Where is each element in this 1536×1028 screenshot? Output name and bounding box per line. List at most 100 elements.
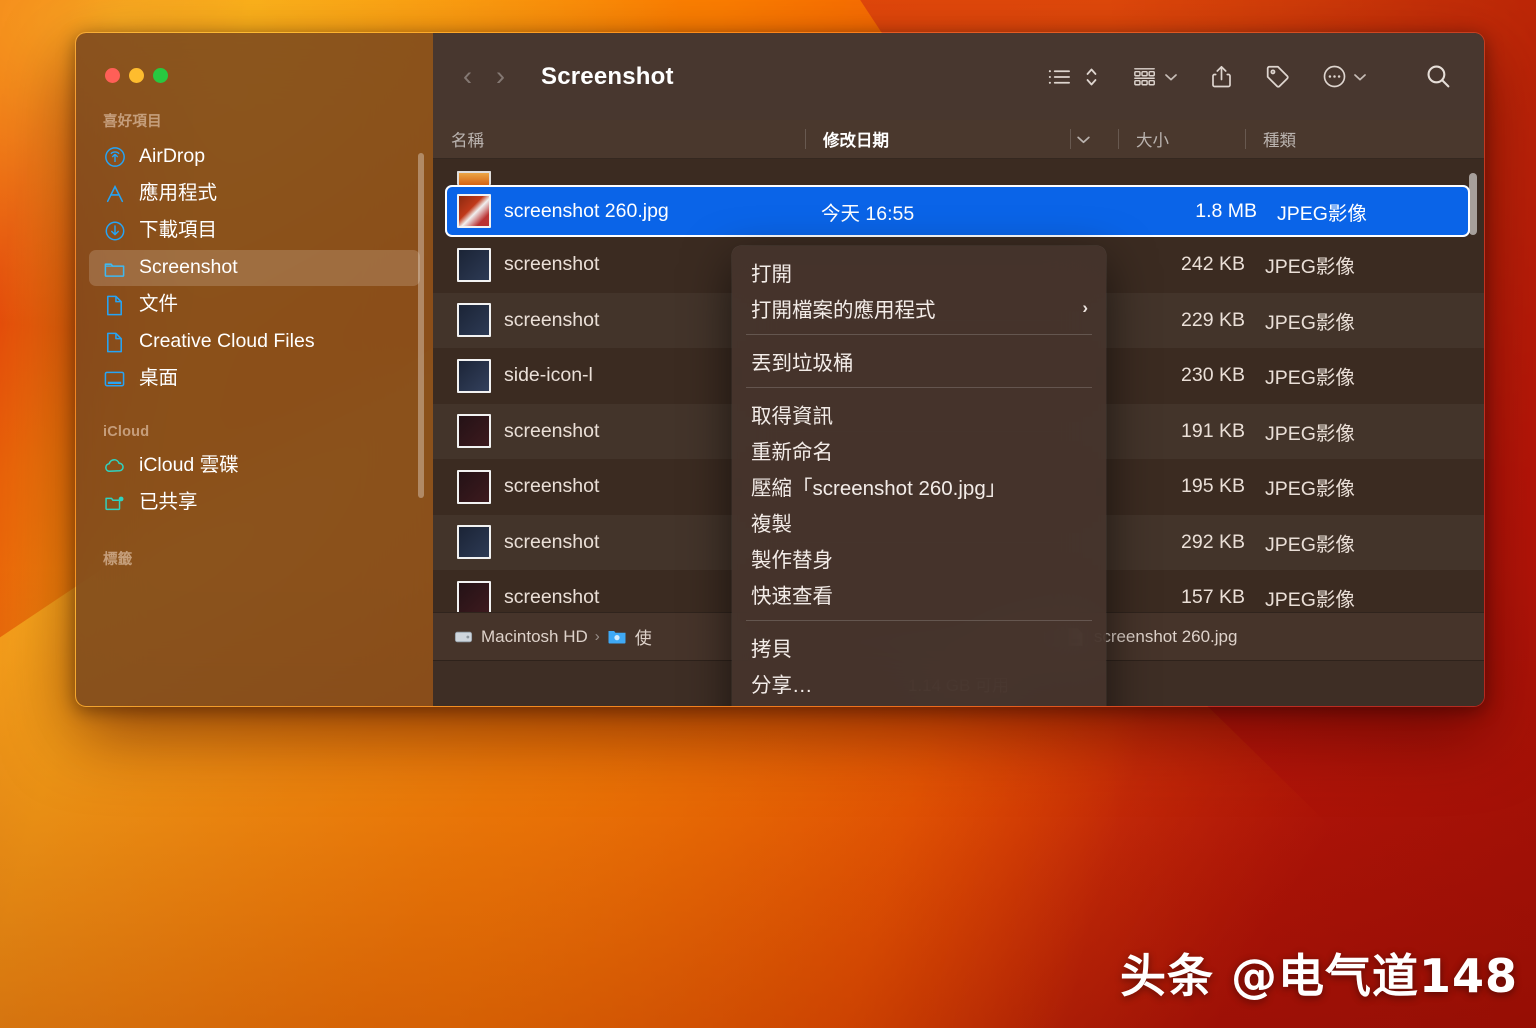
menu-separator bbox=[746, 334, 1092, 335]
sidebar-item-creative-cloud-files[interactable]: Creative Cloud Files bbox=[89, 324, 420, 360]
breadcrumb-label: screenshot 260.jpg bbox=[1093, 626, 1238, 646]
toolbar-actions bbox=[1031, 57, 1456, 97]
file-thumbnail bbox=[457, 194, 491, 228]
share-icon bbox=[1210, 64, 1233, 89]
file-date: 今天 16:55 bbox=[821, 202, 915, 225]
column-headers: 名稱 修改日期 大小 種類 bbox=[433, 120, 1484, 159]
chevron-down-icon bbox=[1353, 72, 1367, 82]
search-icon bbox=[1425, 63, 1452, 90]
breadcrumb-item-macintosh-hd[interactable]: Macintosh HD bbox=[453, 627, 588, 647]
context-menu-item-get-info[interactable]: 取得資訊 bbox=[732, 396, 1106, 432]
cloud-icon bbox=[103, 455, 126, 478]
file-name-cell: screenshot 260.jpg bbox=[445, 194, 817, 228]
chevron-down-icon bbox=[1164, 72, 1178, 82]
context-menu-item-share[interactable]: 分享… bbox=[732, 665, 1106, 701]
close-button[interactable] bbox=[105, 68, 120, 83]
file-thumbnail bbox=[457, 303, 491, 338]
menu-item-label: 快速查看 bbox=[751, 585, 833, 608]
sidebar-item-icloud-drive[interactable]: iCloud 雲碟 bbox=[89, 448, 420, 484]
file-kind: JPEG影像 bbox=[1265, 256, 1355, 279]
file-kind: JPEG影像 bbox=[1265, 478, 1355, 501]
sidebar-item-downloads[interactable]: 下載項目 bbox=[89, 213, 420, 249]
hard-disk-icon bbox=[453, 627, 473, 647]
sidebar-item-documents[interactable]: 文件 bbox=[89, 287, 420, 323]
group-by-button[interactable] bbox=[1115, 57, 1194, 97]
sidebar-item-applications[interactable]: 應用程式 bbox=[89, 176, 420, 212]
traffic-lights bbox=[76, 33, 433, 83]
share-button[interactable] bbox=[1194, 57, 1249, 97]
file-name: screenshot bbox=[504, 308, 600, 331]
sidebar: 喜好項目 AirDrop 應用程式 下載項目 Screenshot 文件 Cre… bbox=[76, 33, 433, 706]
file-name: screenshot bbox=[504, 530, 600, 553]
back-button[interactable]: ‹ bbox=[463, 63, 472, 90]
search-button[interactable] bbox=[1383, 57, 1456, 97]
breadcrumb-item-users[interactable]: 使 bbox=[607, 624, 652, 649]
file-kind: JPEG影像 bbox=[1265, 422, 1355, 445]
file-name: screenshot bbox=[504, 475, 600, 498]
file-thumbnail bbox=[457, 247, 491, 282]
file-name: side-icon-l bbox=[504, 364, 593, 387]
file-name: screenshot bbox=[504, 586, 600, 609]
file-thumbnail bbox=[457, 358, 491, 393]
menu-separator bbox=[746, 620, 1092, 621]
context-menu-item-compress[interactable]: 壓縮「screenshot 260.jpg」 bbox=[732, 468, 1106, 504]
file-thumbnail bbox=[457, 469, 491, 504]
column-header-kind[interactable]: 種類 bbox=[1245, 120, 1484, 158]
minimize-button[interactable] bbox=[129, 68, 144, 83]
sidebar-item-screenshot[interactable]: Screenshot bbox=[89, 250, 420, 286]
file-size: 230 KB bbox=[1181, 364, 1245, 387]
file-thumbnail bbox=[457, 525, 491, 560]
tag-icon bbox=[1265, 64, 1290, 89]
navigation-arrows: ‹ › bbox=[463, 63, 505, 90]
sidebar-item-label: 文件 bbox=[139, 293, 179, 316]
sidebar-scroll-area: 喜好項目 AirDrop 應用程式 下載項目 Screenshot 文件 Cre… bbox=[76, 110, 433, 569]
file-kind: JPEG影像 bbox=[1265, 533, 1355, 556]
toolbar: ‹ › Screenshot bbox=[433, 33, 1484, 120]
file-thumbnail bbox=[457, 414, 491, 449]
context-menu-item-copy[interactable]: 拷貝 bbox=[732, 629, 1106, 665]
context-menu-item-duplicate[interactable]: 複製 bbox=[732, 504, 1106, 540]
sidebar-item-desktop[interactable]: 桌面 bbox=[89, 361, 420, 397]
file-list-scrollbar[interactable] bbox=[1469, 173, 1477, 235]
sidebar-item-label: Creative Cloud Files bbox=[139, 330, 315, 353]
forward-button[interactable]: › bbox=[496, 63, 505, 90]
airdrop-icon bbox=[103, 146, 126, 169]
sort-updown-icon bbox=[1084, 66, 1099, 88]
file-size: 292 KB bbox=[1181, 530, 1245, 553]
sidebar-item-label: 桌面 bbox=[139, 367, 179, 390]
list-view-button[interactable] bbox=[1031, 57, 1115, 97]
maximize-button[interactable] bbox=[153, 68, 168, 83]
file-name: screenshot bbox=[504, 253, 600, 276]
file-size: 157 KB bbox=[1181, 586, 1245, 609]
applications-icon bbox=[103, 183, 126, 206]
menu-item-label: 打開 bbox=[751, 263, 792, 286]
sidebar-item-shared[interactable]: 已共享 bbox=[89, 485, 420, 521]
finder-window: 喜好項目 AirDrop 應用程式 下載項目 Screenshot 文件 Cre… bbox=[75, 32, 1485, 707]
breadcrumb-label: 使 bbox=[634, 629, 652, 648]
column-header-name[interactable]: 名稱 bbox=[433, 120, 805, 158]
menu-item-label: 拷貝 bbox=[751, 638, 792, 661]
tags-button[interactable] bbox=[1249, 57, 1306, 97]
context-menu-item-open-with[interactable]: 打開檔案的應用程式 › bbox=[732, 290, 1106, 326]
column-header-size[interactable]: 大小 bbox=[1118, 120, 1245, 158]
context-menu-item-move-to-trash[interactable]: 丟到垃圾桶 bbox=[732, 343, 1106, 379]
table-row-partial[interactable] bbox=[433, 159, 1484, 185]
sidebar-item-label: iCloud 雲碟 bbox=[139, 454, 239, 477]
sidebar-scrollbar[interactable] bbox=[418, 153, 424, 498]
page-title: Screenshot bbox=[541, 62, 674, 90]
sidebar-item-airdrop[interactable]: AirDrop bbox=[89, 139, 420, 175]
context-menu-item-open[interactable]: 打開 bbox=[732, 254, 1106, 290]
context-menu-item-quick-look[interactable]: 快速查看 bbox=[732, 576, 1106, 612]
file-kind: JPEG影像 bbox=[1265, 367, 1355, 390]
grid-group-icon bbox=[1131, 65, 1158, 89]
more-actions-button[interactable] bbox=[1306, 57, 1383, 97]
file-kind: JPEG影像 bbox=[1265, 311, 1355, 334]
context-menu-item-rename[interactable]: 重新命名 bbox=[732, 432, 1106, 468]
watermark: 头条 @电气道148 bbox=[1119, 949, 1518, 1003]
column-header-date[interactable]: 修改日期 bbox=[805, 120, 1070, 158]
table-row[interactable]: screenshot 260.jpg 今天 16:55 1.8 MB JPEG影… bbox=[445, 185, 1470, 237]
context-menu-item-make-alias[interactable]: 製作替身 bbox=[732, 540, 1106, 576]
sort-indicator-chevron-down-icon[interactable] bbox=[1070, 120, 1118, 158]
file-size: 242 KB bbox=[1181, 253, 1245, 276]
chevron-right-icon: › bbox=[1082, 298, 1088, 317]
